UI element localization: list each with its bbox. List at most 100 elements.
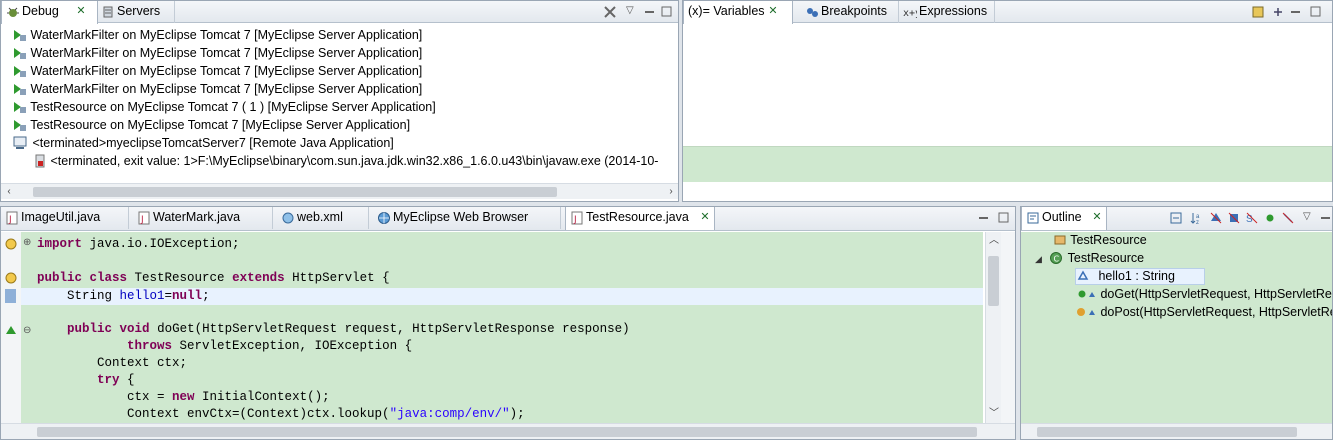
view-menu-icon[interactable]: ▽ xyxy=(626,5,640,19)
scrollbar-thumb[interactable] xyxy=(1037,427,1297,437)
editor-tabbar: J ImageUtil.java J WaterMark.java web.xm… xyxy=(1,207,1015,231)
launch-item[interactable]: WaterMarkFilter on MyEclipse Tomcat 7 [M… xyxy=(13,62,422,80)
public-member-icon[interactable] xyxy=(1263,211,1277,225)
expressions-icon: x+y xyxy=(903,8,917,19)
svg-text:x+y: x+y xyxy=(903,8,917,19)
launch-item[interactable]: WaterMarkFilter on MyEclipse Tomcat 7 [M… xyxy=(13,44,422,62)
outline-horizontal-scrollbar[interactable] xyxy=(1021,423,1332,439)
java-file-icon: J xyxy=(6,211,18,225)
close-icon[interactable]: ✕ xyxy=(1092,212,1102,223)
tab-breakpoints[interactable]: Breakpoints xyxy=(801,1,899,23)
launch-item[interactable]: WaterMarkFilter on MyEclipse Tomcat 7 [M… xyxy=(13,26,422,44)
collapse-all-icon[interactable] xyxy=(1271,5,1285,19)
svg-text:C: C xyxy=(1054,255,1060,264)
hide-static-icon[interactable] xyxy=(1227,211,1241,225)
scroll-right-icon[interactable]: › xyxy=(663,185,678,199)
outline-item[interactable]: doGet(HttpServletRequest, HttpServletRe xyxy=(1077,285,1332,303)
launch-item-label: WaterMarkFilter on MyEclipse Tomcat 7 [M… xyxy=(30,46,423,60)
tab-label: ImageUtil.java xyxy=(21,210,101,224)
tab-variables-label: (x)= Variables xyxy=(688,4,765,18)
scroll-left-icon[interactable]: ‹ xyxy=(1,185,17,199)
close-icon[interactable]: ✕ xyxy=(700,212,710,223)
hide-nonpublic-icon[interactable]: S xyxy=(1245,211,1259,225)
scrollbar-thumb[interactable] xyxy=(988,256,999,306)
server-launch-icon xyxy=(14,84,26,95)
outline-item[interactable]: hello1 : String xyxy=(1077,267,1175,285)
hide-local-types-icon[interactable] xyxy=(1281,211,1295,225)
code-line: public void doGet(HttpServletRequest req… xyxy=(67,322,630,336)
outline-item-label: TestResource xyxy=(1070,233,1147,247)
minimize-icon[interactable] xyxy=(1289,5,1303,19)
collapse-all-icon[interactable] xyxy=(1169,211,1183,225)
tab-variables[interactable]: (x)= Variables ✕ xyxy=(683,1,793,24)
class-icon: C xyxy=(1050,252,1063,264)
view-menu-icon[interactable]: ▽ xyxy=(1303,211,1317,225)
sort-icon[interactable]: az xyxy=(1189,211,1203,225)
tab-servers[interactable]: Servers xyxy=(97,1,175,23)
launch-item[interactable]: <terminated>myeclipseTomcatServer7 [Remo… xyxy=(13,134,394,152)
minimize-icon[interactable] xyxy=(643,5,657,19)
tab-web-browser[interactable]: MyEclipse Web Browser xyxy=(373,207,561,229)
process-item-label: <terminated, exit value: 1>F:\MyEclipse\… xyxy=(50,154,659,168)
remote-app-icon xyxy=(13,136,27,149)
scroll-down-icon[interactable]: ﹀ xyxy=(986,407,1002,421)
variables-tabbar: (x)= Variables ✕ Breakpoints x+y Express… xyxy=(683,1,1332,24)
tab-servers-label: Servers xyxy=(117,4,161,18)
process-item[interactable]: <terminated, exit value: 1>F:\MyEclipse\… xyxy=(33,152,658,170)
outline-item[interactable]: ◢ C TestResource xyxy=(1035,249,1144,267)
debug-icon xyxy=(7,7,19,17)
minimize-icon[interactable] xyxy=(977,211,991,225)
field-icon xyxy=(1077,270,1089,280)
launch-item-label: WaterMarkFilter on MyEclipse Tomcat 7 [M… xyxy=(30,82,423,96)
fold-collapse-icon[interactable]: ⊖ xyxy=(23,325,31,336)
code-line: String hello1=null; xyxy=(37,289,210,303)
server-launch-icon xyxy=(14,66,26,77)
remove-terminated-icon[interactable] xyxy=(603,5,617,19)
minimize-icon[interactable] xyxy=(1319,211,1333,225)
outline-tabbar: Outline ✕ az S ▽ xyxy=(1021,207,1332,231)
import-declarations-icon xyxy=(1054,235,1066,245)
tab-outline[interactable]: Outline ✕ xyxy=(1021,207,1107,230)
debug-horizontal-scrollbar[interactable]: ‹ › xyxy=(1,183,678,199)
globe-icon xyxy=(378,212,390,224)
overview-ruler xyxy=(1001,232,1015,423)
breakpoints-icon xyxy=(807,8,818,17)
scrollbar-thumb[interactable] xyxy=(37,427,977,437)
close-icon[interactable]: ✕ xyxy=(76,6,86,17)
maximize-icon[interactable] xyxy=(660,5,674,19)
launch-item[interactable]: WaterMarkFilter on MyEclipse Tomcat 7 [M… xyxy=(13,80,422,98)
hide-fields-icon[interactable] xyxy=(1209,211,1223,225)
maximize-icon[interactable] xyxy=(997,211,1011,225)
tab-debug[interactable]: Debug ✕ xyxy=(1,1,98,24)
tab-label: web.xml xyxy=(297,210,343,224)
outline-item-label: TestResource xyxy=(1067,251,1145,265)
fold-expand-icon[interactable]: ⊕ xyxy=(23,237,31,248)
debug-view: Debug ✕ Servers ▽ WaterMarkFilter on MyE… xyxy=(0,0,679,202)
server-launch-icon xyxy=(14,30,26,41)
launch-item[interactable]: TestResource on MyEclipse Tomcat 7 [MyEc… xyxy=(13,116,410,134)
server-launch-icon xyxy=(14,102,26,113)
expand-arrow-icon[interactable]: ◢ xyxy=(1035,254,1042,264)
server-launch-icon xyxy=(14,120,26,131)
scroll-up-icon[interactable]: ︿ xyxy=(986,234,1002,248)
tab-testresource[interactable]: J TestResource.java ✕ xyxy=(565,207,715,230)
tab-webxml[interactable]: web.xml xyxy=(277,207,369,229)
launch-item[interactable]: TestResource on MyEclipse Tomcat 7 ( 1 )… xyxy=(13,98,436,116)
tab-expressions[interactable]: x+y Expressions xyxy=(899,1,995,23)
editor-vertical-scrollbar[interactable]: ︿ ﹀ xyxy=(985,232,1001,423)
tab-watermark[interactable]: J WaterMark.java xyxy=(133,207,273,229)
outline-item[interactable]: TestResource xyxy=(1053,231,1147,249)
outline-item-label: doPost(HttpServletRequest, HttpServletRe xyxy=(1100,305,1333,319)
launch-item-label: TestResource on MyEclipse Tomcat 7 [MyEc… xyxy=(30,118,411,132)
tab-imageutil[interactable]: J ImageUtil.java xyxy=(1,207,129,229)
code-line: try { xyxy=(97,373,135,387)
maximize-icon[interactable] xyxy=(1309,5,1323,19)
show-type-names-icon[interactable] xyxy=(1251,5,1265,19)
variables-detail-pane xyxy=(683,146,1332,182)
scrollbar-thumb[interactable] xyxy=(33,187,557,197)
outline-item[interactable]: doPost(HttpServletRequest, HttpServletRe xyxy=(1075,303,1333,321)
close-icon[interactable]: ✕ xyxy=(768,6,778,17)
protected-method-icon xyxy=(1077,308,1095,316)
editor-horizontal-scrollbar[interactable] xyxy=(1,423,1015,439)
launch-item-label: WaterMarkFilter on MyEclipse Tomcat 7 [M… xyxy=(30,28,423,42)
